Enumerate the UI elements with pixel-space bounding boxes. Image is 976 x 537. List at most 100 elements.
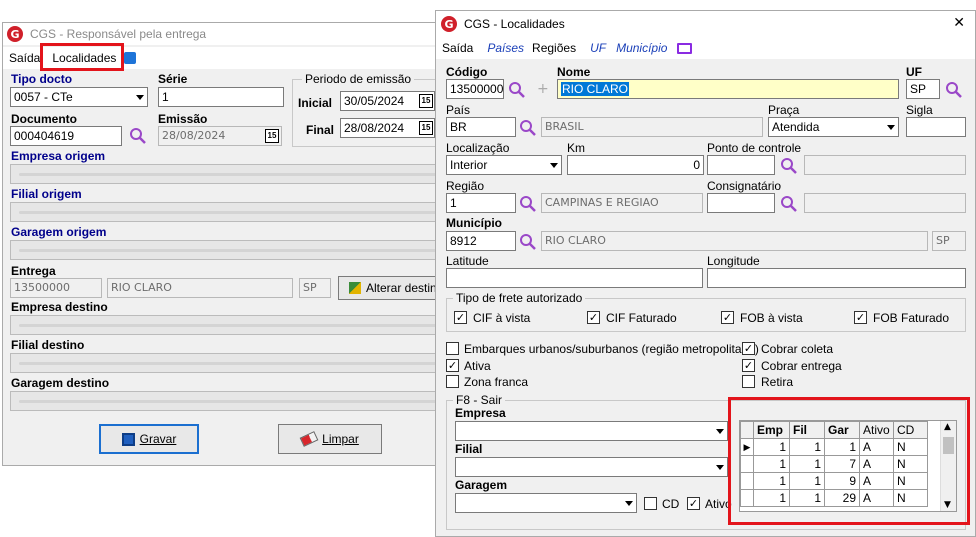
responsavel-entrega-window: G CGS - Responsável pela entrega Saída L… — [2, 22, 448, 466]
search-icon[interactable] — [780, 195, 798, 213]
tipo-docto-label: Tipo docto — [11, 72, 73, 86]
garagem-origem-label: Garagem origem — [11, 225, 107, 239]
monitor-icon[interactable] — [677, 42, 693, 54]
menu-saida[interactable]: Saída — [442, 41, 473, 55]
periodo-title: Periodo de emissão — [302, 72, 415, 86]
retira-checkbox[interactable] — [742, 375, 755, 388]
ponto-controle-desc — [804, 155, 966, 175]
back-title-bar: G CGS - Responsável pela entrega — [3, 23, 447, 45]
empresa-destino-label: Empresa destino — [11, 300, 108, 314]
search-icon[interactable] — [508, 81, 526, 99]
entrega-label: Entrega — [11, 264, 56, 278]
alterar-destino-label: Alterar destino — [366, 281, 444, 295]
garagem-destino-field — [10, 391, 447, 411]
menu-regioes[interactable]: Regiões — [532, 41, 576, 55]
search-icon[interactable] — [945, 81, 963, 99]
gravar-label: Gravar — [139, 432, 177, 446]
latitude-label: Latitude — [446, 254, 489, 268]
menu-paises[interactable]: Países — [487, 41, 524, 55]
localizacao-select[interactable]: Interior — [446, 155, 562, 175]
empresa-origem-field — [10, 164, 447, 184]
search-icon[interactable] — [519, 195, 537, 213]
codigo-input[interactable]: 13500000 — [446, 79, 504, 99]
calendar-icon[interactable]: 15 — [419, 121, 433, 135]
cobrar-coleta-checkbox[interactable]: ✓ — [742, 342, 755, 355]
limpar-button[interactable]: Limpar — [278, 424, 382, 454]
regiao-code-input[interactable]: 1 — [446, 193, 516, 213]
regiao-label: Região — [446, 179, 485, 193]
chevron-down-icon — [716, 429, 724, 434]
fob-vista-label: FOB à vista — [740, 311, 803, 325]
search-icon[interactable] — [780, 157, 798, 175]
empresa-label: Empresa — [455, 406, 506, 420]
filial-origem-field — [10, 202, 447, 222]
ativo-checkbox[interactable]: ✓ — [687, 497, 700, 510]
fob-vista-checkbox[interactable]: ✓ — [721, 311, 734, 324]
cobrar-entrega-checkbox[interactable]: ✓ — [742, 359, 755, 372]
uf-input[interactable]: SP — [906, 79, 940, 99]
filial-destino-label: Filial destino — [11, 338, 85, 352]
localizacao-label: Localização — [446, 141, 510, 155]
consignatario-input[interactable] — [707, 193, 775, 213]
search-icon[interactable] — [519, 119, 537, 137]
zona-franca-label: Zona franca — [464, 375, 529, 389]
praca-select[interactable]: Atendida — [768, 117, 899, 137]
front-menu-bar: Saída Países Regiões UF Município — [436, 37, 975, 59]
garagem-select[interactable] — [455, 493, 637, 513]
fob-faturado-checkbox[interactable]: ✓ — [854, 311, 867, 324]
calendar-icon[interactable]: 15 — [419, 94, 433, 108]
tipo-docto-value: 0057 - CTe — [14, 90, 73, 104]
zona-franca-checkbox[interactable] — [446, 375, 459, 388]
serie-input[interactable]: 1 — [158, 87, 284, 107]
serie-label: Série — [158, 72, 188, 86]
filial-select[interactable] — [455, 457, 728, 477]
chevron-down-icon — [625, 501, 633, 506]
latitude-input[interactable] — [446, 268, 703, 288]
consignatario-label: Consignatário — [707, 179, 782, 193]
km-input[interactable]: 0 — [567, 155, 704, 175]
municipio-code-input[interactable]: 8912 — [446, 231, 516, 251]
cif-vista-checkbox[interactable]: ✓ — [454, 311, 467, 324]
pais-name-field: BRASIL — [541, 117, 763, 137]
calendar-icon[interactable]: 15 — [265, 129, 279, 143]
documento-input[interactable]: 000404619 — [10, 126, 122, 146]
uf-label: UF — [906, 65, 922, 79]
filial-label: Filial — [455, 442, 483, 456]
embarques-label: Embarques urbanos/suburbanos (região met… — [464, 342, 759, 356]
cgs-logo-icon: G — [7, 26, 23, 42]
empresa-origem-label: Empresa origem — [11, 149, 106, 163]
municipio-uf-field: SP — [932, 231, 966, 251]
sigla-input[interactable] — [906, 117, 966, 137]
retira-label: Retira — [761, 375, 794, 389]
menu-saida[interactable]: Saída — [9, 51, 40, 65]
plus-icon[interactable]: + — [537, 81, 549, 97]
nome-input[interactable]: RIO CLARO — [557, 79, 899, 99]
ativa-checkbox[interactable]: ✓ — [446, 359, 459, 372]
alterar-destino-button[interactable]: Alterar destino — [338, 276, 447, 300]
front-title-bar: G CGS - Localidades ✕ — [436, 11, 975, 37]
ponto-controle-input[interactable] — [707, 155, 775, 175]
sigla-label: Sigla — [906, 103, 933, 117]
longitude-input[interactable] — [707, 268, 966, 288]
app-icon — [124, 52, 137, 64]
cif-faturado-checkbox[interactable]: ✓ — [587, 311, 600, 324]
search-icon[interactable] — [129, 127, 147, 145]
municipio-name-field: RIO CLARO — [541, 231, 928, 251]
gravar-button[interactable]: Gravar — [99, 424, 199, 454]
garagem-label: Garagem — [455, 478, 508, 492]
search-icon[interactable] — [519, 233, 537, 251]
cd-checkbox[interactable] — [644, 497, 657, 510]
longitude-label: Longitude — [707, 254, 760, 268]
emissao-input: 28/08/2024 — [158, 126, 282, 146]
embarques-checkbox[interactable] — [446, 342, 459, 355]
empresa-select[interactable] — [455, 421, 728, 441]
menu-municipio[interactable]: Município — [616, 41, 667, 55]
pais-code-input[interactable]: BR — [446, 117, 516, 137]
municipio-label: Município — [446, 216, 502, 230]
menu-uf[interactable]: UF — [590, 41, 606, 55]
close-icon[interactable]: ✕ — [953, 15, 965, 31]
f8-title: F8 - Sair — [453, 393, 506, 407]
pencil-icon — [349, 282, 361, 294]
tipo-docto-select[interactable]: 0057 - CTe — [10, 87, 148, 107]
nome-label: Nome — [557, 65, 591, 79]
